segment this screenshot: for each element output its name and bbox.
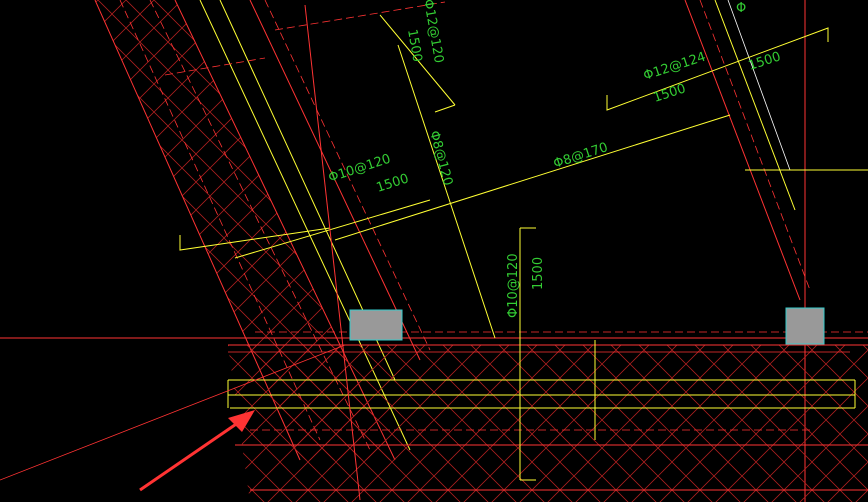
label-vert-rebar: Φ10@120	[506, 253, 521, 318]
label-mark-top-right: Φ	[736, 1, 746, 16]
label-corner-len: 1500	[747, 49, 783, 73]
label-wall-rebar-diag: Φ8@120	[426, 129, 455, 187]
annotation-arrow-icon	[139, 410, 255, 492]
label-vert-len: 1500	[531, 257, 546, 290]
label-top-len-a: 1500	[404, 28, 425, 63]
column-left[interactable]	[349, 309, 403, 341]
label-corner-len-2: 1500	[652, 81, 688, 105]
label-wall-len-main: 1500	[375, 171, 411, 195]
label-corner-rebar: Φ12@124	[642, 50, 708, 84]
cad-drawing-canvas[interactable]: Φ12@120 1500 Φ Φ12@124 1500 1500 Φ8@170 …	[0, 0, 868, 502]
rebar-labels: Φ12@120 1500 Φ Φ12@124 1500 1500 Φ8@170 …	[327, 0, 783, 318]
column-right[interactable]	[785, 307, 825, 345]
label-slab-rebar-long: Φ8@170	[552, 140, 610, 172]
floor-slab	[0, 227, 868, 502]
